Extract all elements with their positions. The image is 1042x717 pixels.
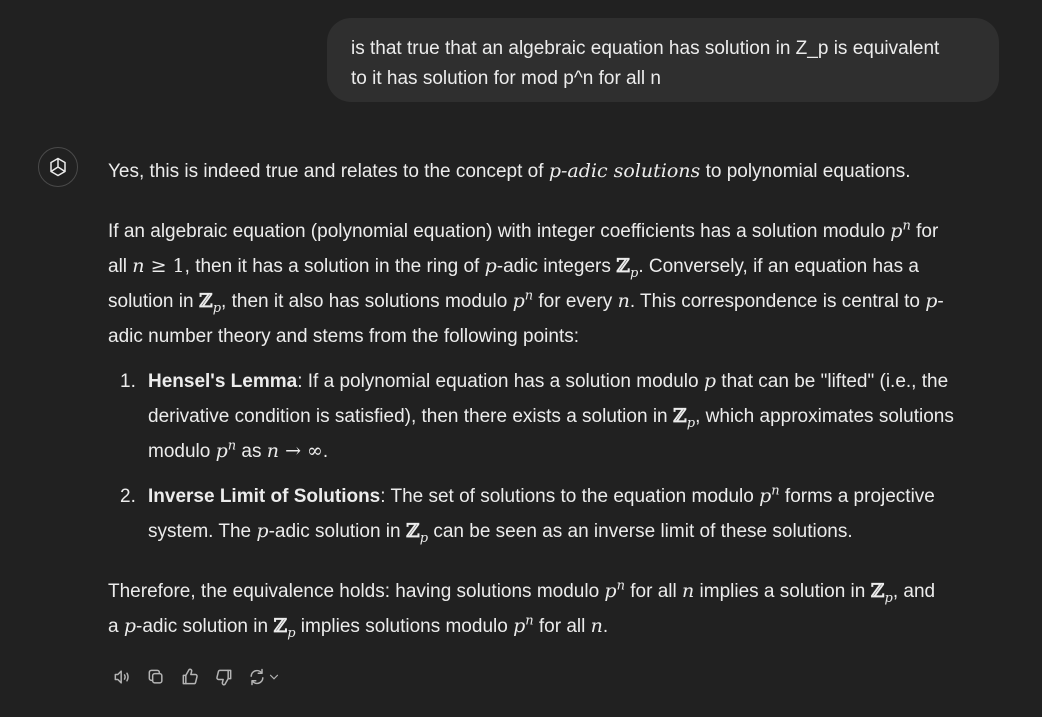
math-sub-p: p (419, 530, 429, 546)
math-sub-p: p (287, 625, 296, 641)
read-aloud-button[interactable] (108, 663, 136, 691)
math-n: n (682, 580, 695, 602)
user-message-line: is that true that an algebraic equation … (351, 38, 940, 59)
math-p: p (604, 580, 617, 602)
list-number: 1. (120, 371, 136, 392)
text: modulo (148, 441, 216, 462)
good-response-button[interactable] (176, 663, 204, 691)
text: can be seen as an inverse limit of these… (428, 521, 853, 542)
text: solution in (108, 291, 199, 312)
math-sup-n: n (227, 438, 237, 454)
text: , then it has a solution in the ring of (184, 256, 485, 277)
text: implies solutions modulo (295, 616, 514, 637)
text: for every (533, 291, 618, 312)
math-sup-n: n (771, 483, 780, 499)
math-z: ℤ (405, 520, 420, 542)
text: , then it also has solutions modulo (221, 291, 513, 312)
copy-icon (148, 669, 163, 684)
text: Therefore, the equivalence holds: having… (108, 581, 605, 602)
math-z: ℤ (672, 405, 687, 427)
thumbs-down-icon (216, 669, 232, 686)
list-number: 2. (120, 486, 136, 507)
text: system. The (148, 521, 257, 542)
bad-response-button[interactable] (210, 663, 238, 691)
math-geq-1: ≥ 1 (144, 255, 185, 277)
message-actions-toolbar (108, 663, 284, 691)
math-p: p (484, 255, 497, 277)
regenerate-icon (250, 668, 264, 686)
math-sub-p: p (686, 415, 696, 431)
copy-button[interactable] (142, 663, 170, 691)
math-p: p (925, 290, 938, 312)
text: that can be "lifted" (i.e., the (716, 371, 949, 392)
text: for all (533, 616, 591, 637)
text: Yes, this is indeed true and relates to … (108, 161, 549, 182)
math-p: p (256, 520, 269, 542)
assistant-avatar (38, 147, 78, 187)
text: , which approximates solutions (695, 406, 954, 427)
math-z: ℤ (273, 615, 288, 637)
math-n: n (617, 290, 630, 312)
text: : If a polynomial equation has a solutio… (297, 371, 704, 392)
math-arrow-infinity: → ∞ (279, 440, 323, 462)
user-message-line: to it has solution for mod p^n for all n (351, 68, 661, 89)
text: to polynomial equations. (700, 161, 911, 182)
math-sub-p: p (884, 590, 893, 606)
text: -adic integers (496, 256, 617, 277)
text: as (236, 441, 267, 462)
emphasis-text: p-adic solutions (548, 160, 701, 182)
text: - (937, 291, 944, 312)
intro-paragraph: Yes, this is indeed true and relates to … (108, 154, 910, 189)
list-item-title: Inverse Limit of Solutions (148, 486, 381, 507)
math-z: ℤ (616, 255, 630, 277)
math-p: p (703, 370, 717, 392)
text: derivative condition is satisfied), then… (148, 406, 673, 427)
text: all (108, 256, 133, 277)
math-n: n (590, 615, 603, 637)
text: adic number theory and stems from the fo… (108, 326, 580, 347)
text: . (602, 616, 609, 637)
thumbs-up-icon (182, 668, 198, 685)
math-p: p (759, 485, 772, 507)
chevron-down-icon (269, 674, 279, 680)
user-message-bubble: is that true that an algebraic equation … (327, 18, 999, 102)
text: If an algebraic equation (polynomial equ… (108, 221, 891, 242)
text: . (322, 441, 329, 462)
math-p: p (215, 440, 228, 462)
math-p: p (123, 615, 137, 637)
math-sub-p: p (212, 300, 222, 316)
math-p: p (890, 220, 903, 242)
math-p: p (512, 290, 525, 312)
math-sup-n: n (616, 578, 625, 594)
text: for all (624, 581, 682, 602)
text: -adic solution in (268, 521, 406, 542)
math-sup-n: n (525, 613, 534, 629)
openai-logo-icon (50, 157, 66, 177)
math-sup-n: n (902, 218, 911, 234)
text: . Conversely, if an equation has a (638, 256, 919, 277)
text: forms a projective (779, 486, 935, 507)
math-n: n (132, 255, 145, 277)
regenerate-button[interactable] (244, 663, 284, 691)
text: for (910, 221, 939, 242)
text: . This correspondence is central to (629, 291, 926, 312)
math-z: ℤ (870, 580, 885, 602)
text: , and (892, 581, 936, 602)
text: : The set of solutions to the equation m… (380, 486, 760, 507)
text: -adic solution in (136, 616, 274, 637)
math-z: ℤ (198, 290, 213, 312)
math-p: p (513, 615, 526, 637)
math-sup-n: n (524, 288, 534, 304)
text: a (108, 616, 124, 637)
math-n: n (266, 440, 280, 462)
text: implies a solution in (694, 581, 871, 602)
speaker-icon (114, 670, 129, 684)
list-item-title: Hensel's Lemma (148, 371, 298, 392)
